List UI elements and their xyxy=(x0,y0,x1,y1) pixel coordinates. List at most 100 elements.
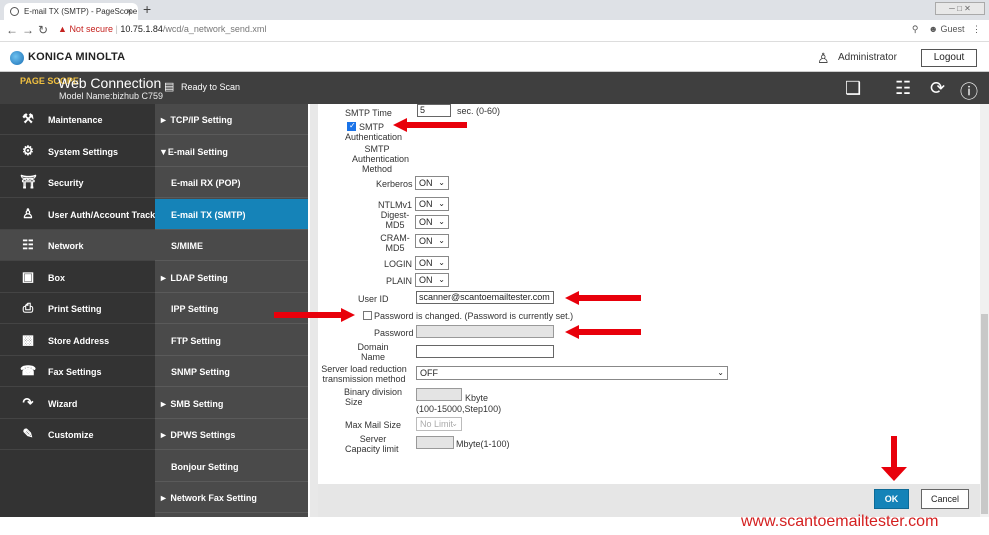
back-icon[interactable]: ← xyxy=(6,23,18,37)
submenu-item-label: ► SMB Setting xyxy=(159,399,224,409)
forward-icon[interactable]: → xyxy=(22,23,34,37)
window-controls[interactable]: ─ □ ✕ xyxy=(935,2,985,15)
chevron-down-icon: ⌄ xyxy=(438,236,445,245)
sidebar-item-store-address[interactable]: ▩ Store Address xyxy=(0,325,155,356)
submenu-smb-setting[interactable]: ► SMB Setting xyxy=(155,388,308,419)
submenu-email-rx-pop[interactable]: E-mail RX (POP) xyxy=(155,167,308,198)
new-tab-button[interactable]: + xyxy=(143,1,151,17)
chevron-down-icon: ⌄ xyxy=(451,419,458,428)
menu-icon[interactable]: ⋮ xyxy=(972,24,981,34)
url-field[interactable]: ▲ Not secure | 10.75.1.84/wcd/a_network_… xyxy=(58,24,266,34)
profile-icon[interactable]: ☻ xyxy=(928,24,937,34)
sidebar-item-box[interactable]: ▣ Box xyxy=(0,262,155,293)
url-path: /wcd/a_network_send.xml xyxy=(162,24,267,34)
binary-division-unit: Kbyte xyxy=(465,393,489,403)
tab-close-icon[interactable]: × xyxy=(127,3,132,20)
sidebar-item-wizard[interactable]: ↷ Wizard xyxy=(0,388,155,419)
arrow-shaft xyxy=(578,295,641,301)
sidebar-item-label: Box xyxy=(48,273,66,283)
sidebar-item-fax-settings[interactable]: ☎ Fax Settings xyxy=(0,356,155,387)
logout-button[interactable]: Logout xyxy=(921,49,977,67)
fax-icon: ☎ xyxy=(20,363,37,378)
administrator-label: Administrator xyxy=(838,52,897,63)
submenu-ldap-setting[interactable]: ► LDAP Setting xyxy=(155,262,308,293)
reload-icon[interactable]: ↻ xyxy=(38,23,48,37)
digest-md5-value: ON xyxy=(419,217,433,227)
login-label: LOGIN xyxy=(383,259,412,269)
browser-tab[interactable]: E-mail TX (SMTP) - PageScope Web × xyxy=(4,3,138,20)
kerberos-select[interactable]: ON ⌄ xyxy=(415,176,449,190)
server-load-select[interactable]: OFF ⌄ xyxy=(416,366,728,380)
sidebar-item-label: Print Setting xyxy=(48,304,102,314)
digest-md5-label: Digest- xyxy=(380,210,410,220)
smtp-time-input[interactable]: 5 xyxy=(417,104,451,117)
smtp-auth-label-2: Authentication xyxy=(345,132,403,142)
submenu-bonjour-setting[interactable]: Bonjour Setting xyxy=(155,451,308,482)
cancel-button[interactable]: Cancel xyxy=(921,489,969,509)
device-status: Ready to Scan xyxy=(181,82,241,92)
scanner-icon: ▤ xyxy=(164,81,175,93)
profile-name[interactable]: Guest xyxy=(940,24,964,34)
scrollbar-thumb[interactable] xyxy=(981,314,988,514)
user-auth-icon: ♙ xyxy=(22,206,34,221)
sidebar-item-label: Fax Settings xyxy=(48,367,102,377)
password-label: Password xyxy=(374,328,414,338)
submenu-ftp-setting[interactable]: FTP Setting xyxy=(155,325,308,356)
globe-icon xyxy=(10,7,19,16)
submenu-item-label: IPP Setting xyxy=(171,304,219,314)
digest-md5-select[interactable]: ON ⌄ xyxy=(415,215,449,229)
binary-division-input[interactable] xyxy=(416,388,462,401)
cram-md5-select[interactable]: ON ⌄ xyxy=(415,234,449,248)
submenu-snmp-setting[interactable]: SNMP Setting xyxy=(155,356,308,387)
binary-division-label: Binary division xyxy=(343,387,403,397)
submenu-tcpip-setting[interactable]: ► TCP/IP Setting xyxy=(155,104,308,135)
submenu-item-label: ► LDAP Setting xyxy=(159,273,228,283)
sidebar-item-system-settings[interactable]: ⚙ System Settings xyxy=(0,136,155,167)
user-id-input[interactable]: scanner@scantoemailtester.com xyxy=(416,291,554,304)
server-capacity-input[interactable] xyxy=(416,436,454,449)
ntlmv1-value: ON xyxy=(419,199,433,209)
sidebar-item-label: Store Address xyxy=(48,336,110,346)
domain-name-label: Domain xyxy=(357,342,389,352)
domain-name-input[interactable] xyxy=(416,345,554,358)
sidebar-item-label: Customize xyxy=(48,430,94,440)
sidebar-item-user-auth[interactable]: ♙ User Auth/Account Track xyxy=(0,199,155,230)
submenu-dpws-settings[interactable]: ► DPWS Settings xyxy=(155,419,308,450)
device-3d-icon[interactable]: ❑ xyxy=(845,78,861,99)
watermark: www.scantoemailtester.com xyxy=(741,513,939,530)
help-icon[interactable]: ⓘ xyxy=(960,78,978,104)
refresh-icon[interactable]: ⟳ xyxy=(930,78,945,99)
sidebar-item-customize[interactable]: ✎ Customize xyxy=(0,419,155,450)
submenu-smime[interactable]: S/MIME xyxy=(155,230,308,261)
password-changed-checkbox[interactable] xyxy=(363,311,372,320)
sidebar-item-network[interactable]: ☷ Network xyxy=(0,230,155,261)
submenu-email-setting[interactable]: ▼E-mail Setting xyxy=(155,136,308,167)
submenu-network-fax-setting[interactable]: ► Network Fax Setting xyxy=(155,482,308,513)
sidebar-item-print-setting[interactable]: ⎙ Print Setting xyxy=(0,293,155,324)
ok-button[interactable]: OK xyxy=(874,489,909,509)
arrow-head xyxy=(393,118,407,132)
sidebar-item-label: Wizard xyxy=(48,399,78,409)
sitemap-icon[interactable]: ☷ xyxy=(895,78,911,99)
shield-icon: ⛩ xyxy=(20,174,37,189)
sidebar-item-security[interactable]: ⛩ Security xyxy=(0,167,155,198)
password-input[interactable] xyxy=(416,325,554,338)
app-header: KONICA MINOLTA ♙ Administrator Logout xyxy=(0,42,989,72)
smtp-time-label: SMTP Time xyxy=(345,108,392,118)
digest-md5-label-2: MD5 xyxy=(385,220,405,230)
red-arrow-user-id-icon xyxy=(565,291,641,305)
server-capacity-unit: Mbyte(1-100) xyxy=(456,439,510,449)
ntlmv1-select[interactable]: ON ⌄ xyxy=(415,197,449,211)
sidebar-item-maintenance[interactable]: ⚒ Maintenance xyxy=(0,104,155,135)
zoom-icon[interactable]: ⚲ xyxy=(912,24,919,34)
content-scrollbar[interactable] xyxy=(980,104,989,517)
max-mail-size-select[interactable]: No Limit ⌄ xyxy=(416,417,462,431)
submenu-email-tx-smtp[interactable]: E-mail TX (SMTP) xyxy=(155,199,308,230)
submenu-item-label: ► DPWS Settings xyxy=(159,430,236,440)
max-mail-size-label: Max Mail Size xyxy=(345,420,402,430)
smtp-auth-checkbox[interactable] xyxy=(347,121,356,131)
login-select[interactable]: ON ⌄ xyxy=(415,256,449,270)
submenu-item-label: ► Network Fax Setting xyxy=(159,493,257,503)
plain-select[interactable]: ON ⌄ xyxy=(415,273,449,287)
server-capacity-label-2: Capacity limit xyxy=(345,444,399,454)
